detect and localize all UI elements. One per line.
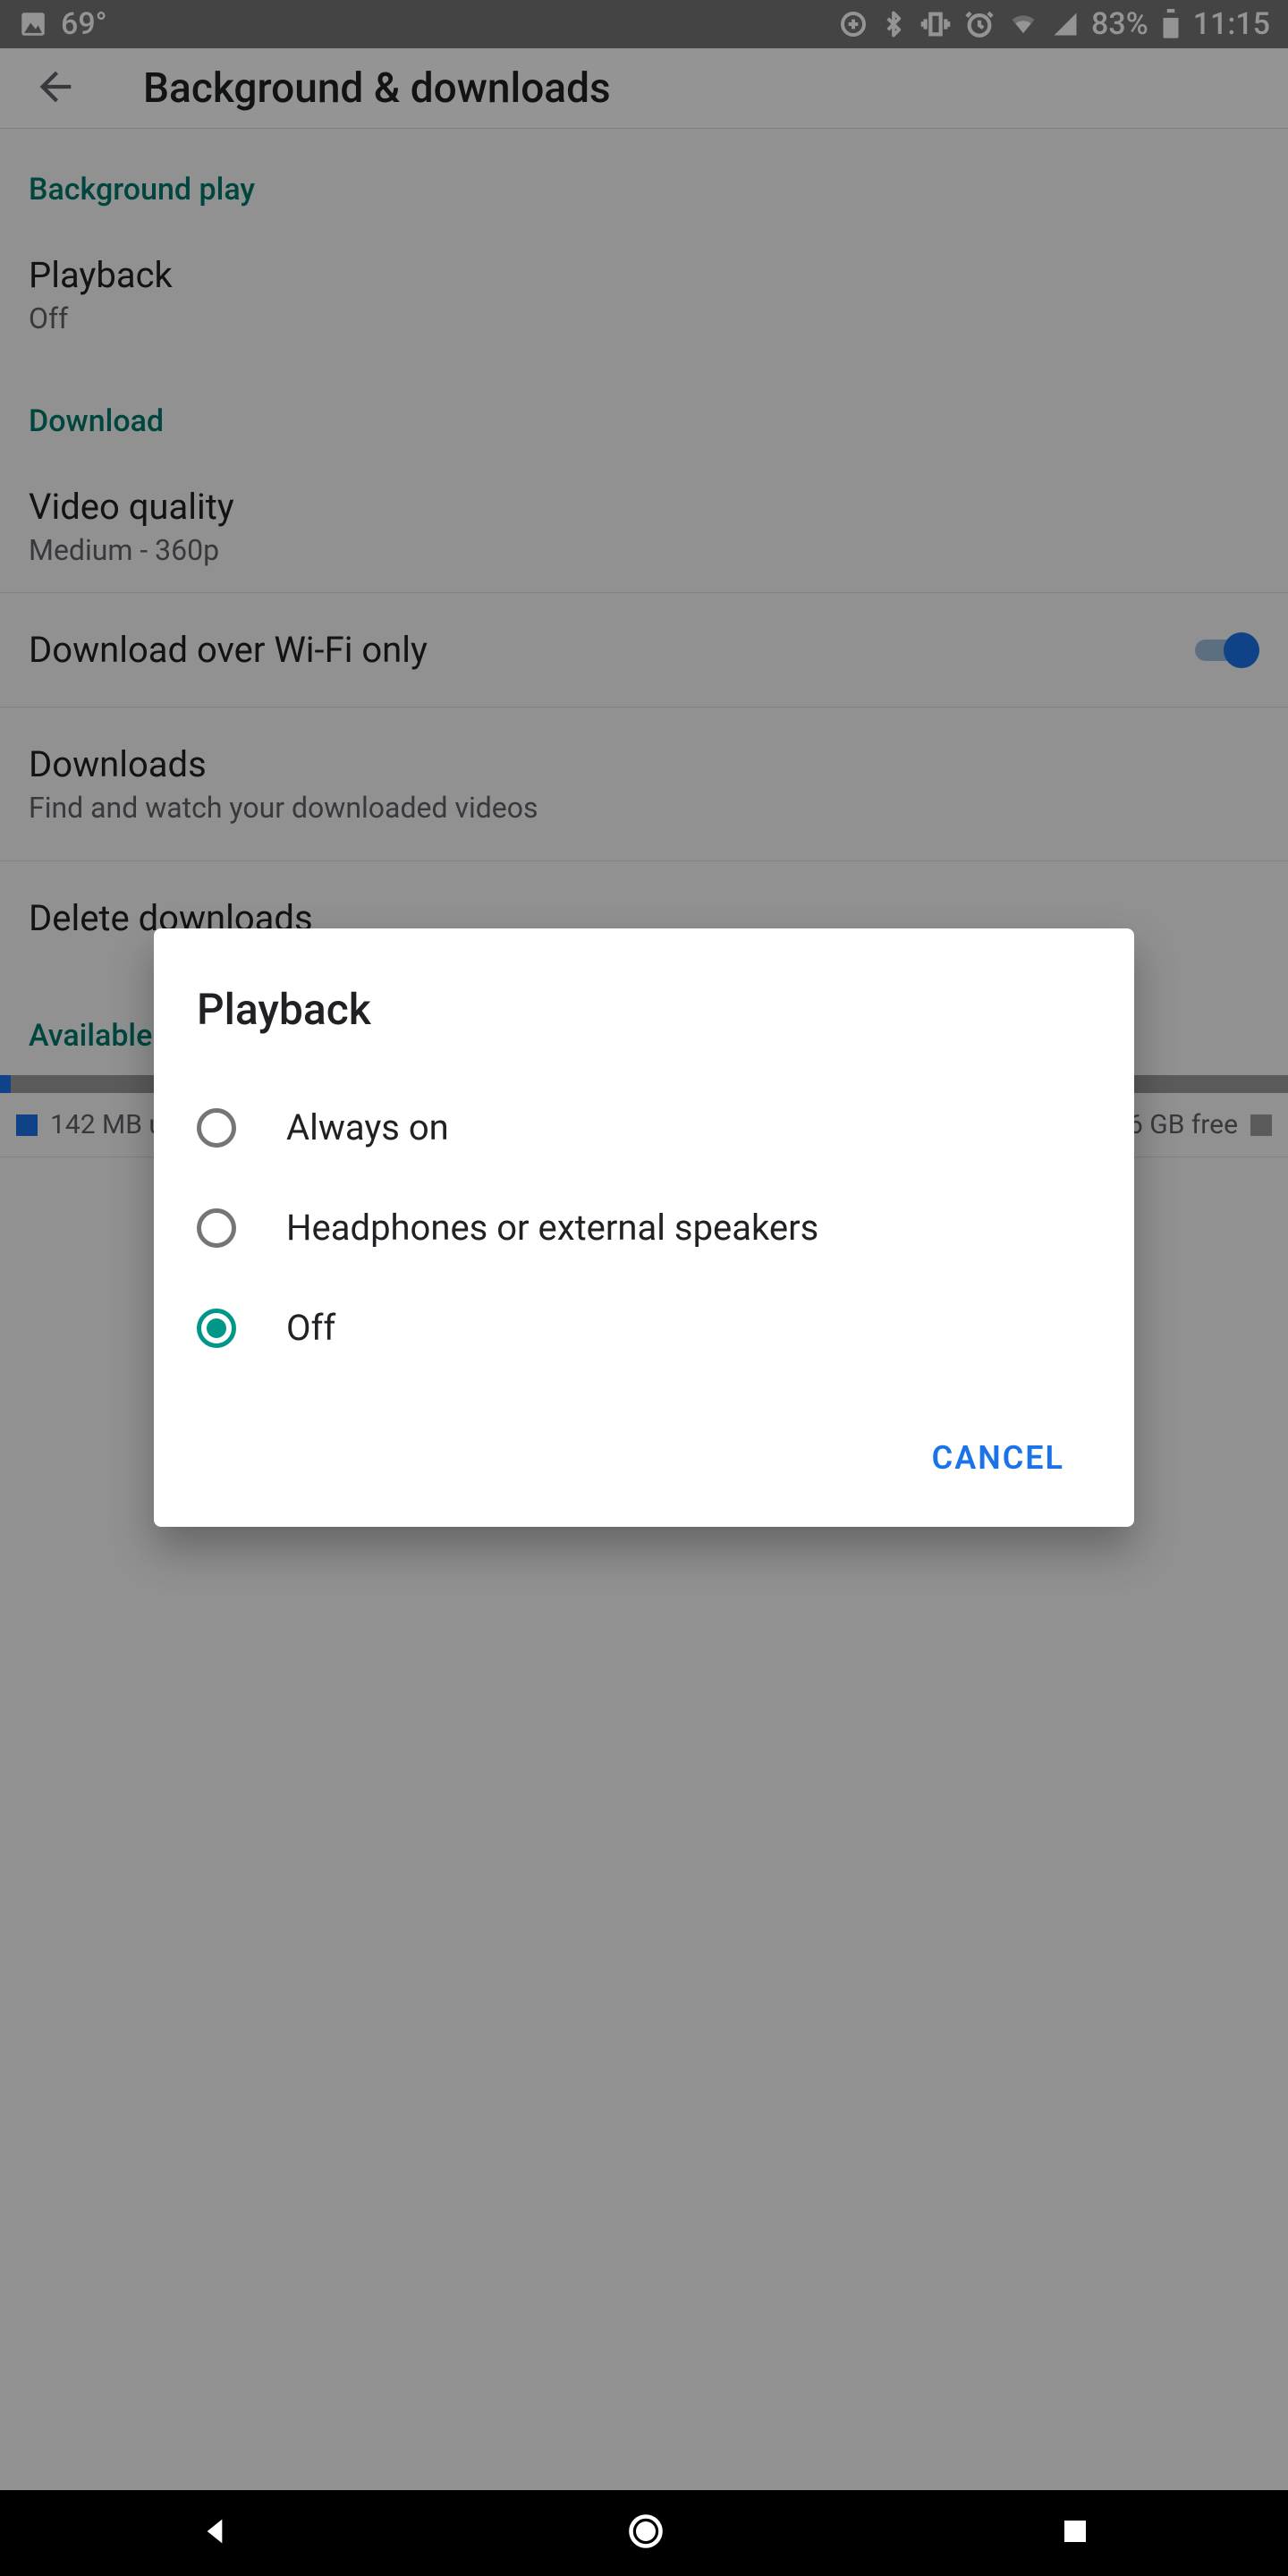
radio-option-headphones[interactable]: Headphones or external speakers [197,1178,1091,1278]
radio-option-always-on[interactable]: Always on [197,1078,1091,1178]
radio-icon [197,1208,236,1248]
radio-label: Always on [286,1105,449,1151]
radio-label: Headphones or external speakers [286,1205,818,1251]
cancel-button[interactable]: CANCEL [905,1421,1091,1495]
playback-dialog: Playback Always on Headphones or externa… [154,928,1134,1527]
dialog-title: Playback [197,984,1091,1035]
nav-home-icon[interactable] [626,2512,665,2555]
radio-icon [197,1108,236,1148]
radio-label: Off [286,1305,335,1352]
radio-option-off[interactable]: Off [197,1278,1091,1378]
nav-back-icon[interactable] [197,2513,233,2553]
nav-recent-icon[interactable] [1059,2515,1091,2551]
navigation-bar [0,2490,1288,2576]
radio-icon [197,1309,236,1348]
